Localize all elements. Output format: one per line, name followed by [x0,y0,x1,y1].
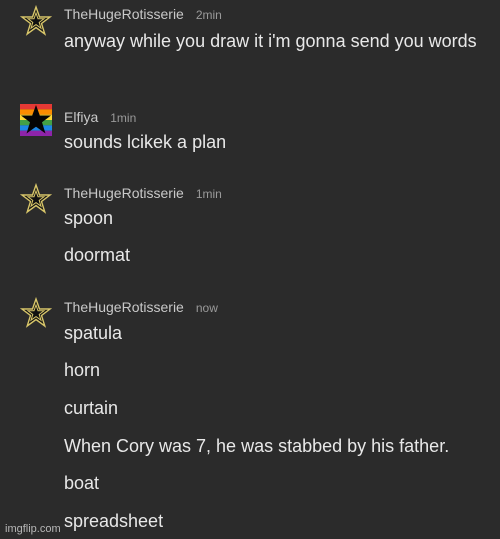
timestamp: 1min [195,187,222,201]
gold-star-icon [20,183,52,214]
watermark: imgflip.com [5,523,61,535]
gold-star-icon [20,5,52,36]
username[interactable]: TheHugeRotisserie [64,6,184,22]
message-text: spoon [64,208,114,228]
black-star-rainbow-icon [20,104,52,136]
message-text: boat [64,473,100,493]
timestamp: 1min [110,111,137,125]
message-header: Elfiya 1min [64,107,136,127]
avatar[interactable] [20,297,52,329]
message-header: TheHugeRotisserie now [64,297,218,317]
message-header: TheHugeRotisserie 1min [64,183,222,203]
avatar[interactable] [20,183,52,215]
chat-log: TheHugeRotisserie 2min anyway while you d… [0,0,500,539]
message-header: TheHugeRotisserie 2min [64,4,222,24]
username[interactable]: TheHugeRotisserie [64,185,184,201]
gold-star-icon [20,297,52,328]
message-text: When Cory was 7, he was stabbed by his f… [64,436,450,456]
username[interactable]: Elfiya [64,109,98,125]
timestamp: now [195,301,218,315]
timestamp: 2min [195,8,222,22]
message-text: horn [64,360,101,380]
message-text: curtain [64,398,119,418]
avatar[interactable] [20,104,52,136]
message-text: sounds lcikek a plan [64,132,227,152]
message-text: spatula [64,323,123,343]
avatar[interactable] [20,5,52,37]
message-text: doormat [64,245,131,265]
message-text: spreadsheet [64,511,164,531]
message-text: anyway while you draw it i'm gonna send … [64,31,477,51]
username[interactable]: TheHugeRotisserie [64,299,184,315]
